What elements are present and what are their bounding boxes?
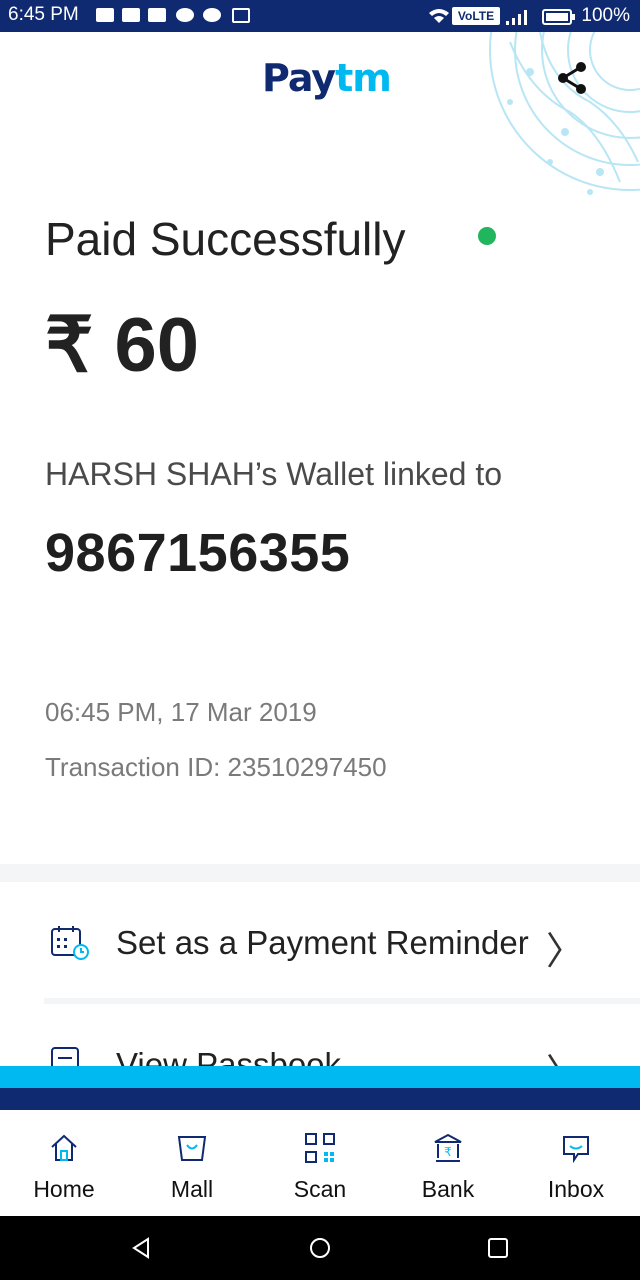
share-icon[interactable] [554, 60, 590, 96]
svg-text:₹: ₹ [444, 1145, 452, 1159]
view-passbook-label: View Passbook [116, 1046, 342, 1066]
nav-scan[interactable]: Scan [256, 1110, 384, 1216]
volte-badge: VoLTE [452, 7, 500, 25]
amount: ₹ 60 [45, 303, 200, 388]
notification-icon [122, 8, 140, 22]
nav-home[interactable]: Home [0, 1110, 128, 1216]
nav-bank-label: Bank [421, 1176, 475, 1202]
battery-icon [542, 9, 575, 25]
recents-icon[interactable] [487, 1237, 509, 1259]
nav-scan-label: Scan [293, 1176, 347, 1202]
payment-status-title: Paid Successfully [45, 213, 406, 265]
wifi-icon [429, 9, 449, 23]
mall-icon [177, 1136, 207, 1161]
mandala-decoration [489, 32, 640, 195]
qr-scan-icon [305, 1133, 335, 1163]
logo-part-pay: Pay [262, 56, 336, 100]
nav-bank[interactable]: ₹ Bank [384, 1110, 512, 1216]
paytm-logo: Paytm [262, 56, 392, 100]
nav-home-label: Home [33, 1176, 95, 1202]
nav-inbox[interactable]: Inbox [512, 1110, 640, 1216]
banner-navy [0, 1088, 640, 1110]
phone-number: 9867156355 [45, 523, 351, 583]
home-icon [51, 1134, 77, 1161]
payment-reminder-row[interactable]: Set as a Payment Reminder 〉 [0, 882, 640, 1000]
inbox-icon [563, 1136, 589, 1164]
rss-icon [148, 8, 166, 22]
back-icon[interactable] [130, 1236, 152, 1260]
passbook-icon [51, 1047, 79, 1066]
view-passbook-row[interactable]: View Passbook 〉 [0, 1004, 640, 1066]
transaction-id: Transaction ID: 23510297450 [45, 752, 387, 782]
m-icon [176, 8, 194, 22]
success-indicator [478, 227, 496, 245]
notification-icon [96, 8, 114, 22]
calendar-clock-icon [51, 926, 89, 960]
signal-icon [506, 10, 527, 25]
battery-percent: 100% [581, 5, 630, 26]
chevron-right-icon: 〉 [545, 931, 584, 973]
payment-reminder-label: Set as a Payment Reminder [116, 924, 529, 961]
logo-part-tm: tm [335, 56, 392, 100]
system-navigation-bar [0, 1216, 640, 1280]
nav-mall[interactable]: Mall [128, 1110, 256, 1216]
banner-cyan [0, 1066, 640, 1088]
bank-icon: ₹ [434, 1133, 462, 1162]
message-icon [232, 8, 250, 23]
nav-mall-label: Mall [170, 1176, 214, 1202]
wallet-linked-text: HARSH SHAH’s Wallet linked to [45, 456, 503, 492]
status-bar: 6:45 PM VoLTE 100% [0, 0, 640, 32]
transaction-datetime: 06:45 PM, 17 Mar 2019 [45, 697, 317, 727]
chevron-right-icon: 〉 [546, 1042, 584, 1066]
bottom-navigation: Home Mall Scan ₹ Bank Inbox [0, 1110, 640, 1216]
home-button-icon[interactable] [308, 1236, 332, 1260]
chrome-icon [203, 8, 221, 22]
status-time: 6:45 PM [8, 4, 79, 25]
section-divider [0, 864, 640, 882]
nav-inbox-label: Inbox [547, 1176, 605, 1202]
